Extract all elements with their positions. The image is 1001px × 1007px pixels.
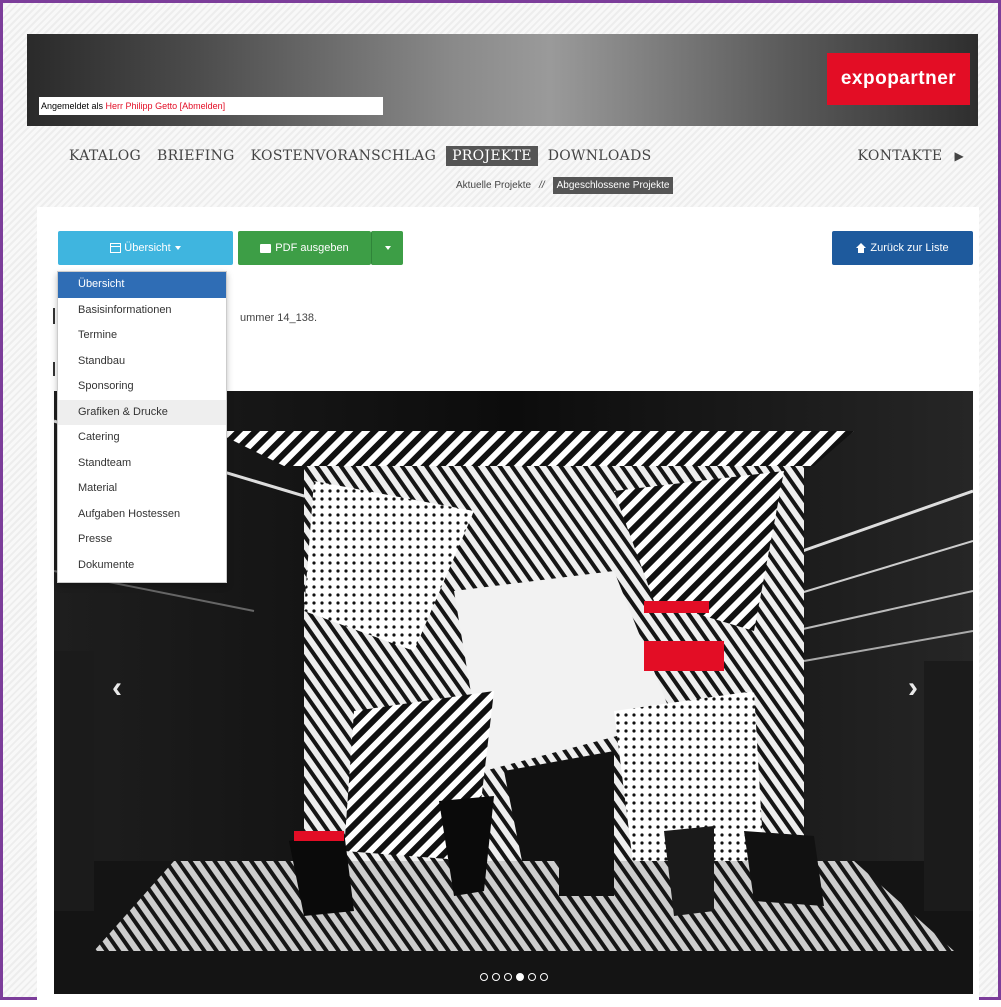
nav-item-downloads[interactable]: DOWNLOADS	[542, 146, 658, 166]
carousel-dot[interactable]	[491, 973, 500, 981]
menu-item-uebersicht[interactable]: Übersicht	[58, 272, 226, 298]
pdf-label: PDF ausgeben	[275, 242, 349, 254]
carousel-dot[interactable]	[503, 973, 512, 981]
calendar-icon	[110, 243, 122, 253]
nav-item-katalog[interactable]: KATALOG	[63, 146, 147, 166]
pdf-export-button[interactable]: PDF ausgeben	[238, 231, 371, 265]
logout-link[interactable]: [Abmelden]	[180, 101, 226, 111]
back-label: Zurück zur Liste	[870, 242, 949, 254]
menu-item-sponsoring[interactable]: Sponsoring	[58, 374, 226, 400]
subnav-completed-projects[interactable]: Abgeschlossene Projekte	[552, 177, 674, 194]
nav-item-projekte[interactable]: PROJEKTE	[446, 146, 538, 166]
main-nav: KATALOG BRIEFING KOSTENVORANSCHLAG PROJE…	[27, 146, 978, 168]
login-user-link[interactable]: Herr Philipp Getto	[106, 101, 178, 111]
nav-item-kostenvoranschlag[interactable]: KOSTENVORANSCHLAG	[245, 146, 442, 166]
carousel-dot[interactable]	[539, 973, 548, 981]
back-to-list-button[interactable]: Zurück zur Liste	[832, 231, 973, 265]
carousel-prev-icon[interactable]: ‹	[112, 671, 122, 705]
caret-down-icon	[384, 246, 391, 250]
kontakte-label: KONTAKTE	[857, 148, 943, 164]
menu-item-termine[interactable]: Termine	[58, 323, 226, 349]
menu-item-standbau[interactable]: Standbau	[58, 349, 226, 375]
triangle-right-icon: ▶	[954, 149, 964, 163]
nav-item-kontakte[interactable]: KONTAKTE ▶	[858, 146, 964, 166]
menu-item-catering[interactable]: Catering	[58, 425, 226, 451]
menu-item-presse[interactable]: Presse	[58, 527, 226, 553]
site-header: expopartner Angemeldet als Herr Philipp …	[27, 34, 978, 126]
carousel-dot-active[interactable]	[515, 973, 524, 981]
sub-nav: Aktuelle Projekte // Abgeschlossene Proj…	[456, 177, 674, 194]
menu-item-aufgaben-hostessen[interactable]: Aufgaben Hostessen	[58, 502, 226, 528]
expopartner-logo[interactable]: expopartner	[827, 53, 970, 105]
login-status: Angemeldet als Herr Philipp Getto [Abmel…	[39, 97, 383, 115]
menu-item-material[interactable]: Material	[58, 476, 226, 502]
overview-dropdown-button[interactable]: Übersicht	[58, 231, 233, 265]
subnav-current-projects[interactable]: Aktuelle Projekte	[456, 180, 531, 191]
overview-label: Übersicht	[124, 242, 171, 254]
project-number-text: ummer 14_138.	[240, 312, 318, 324]
print-icon	[260, 243, 272, 253]
carousel-dot[interactable]	[479, 973, 488, 981]
caret-down-icon	[174, 246, 181, 250]
carousel-dot[interactable]	[527, 973, 536, 981]
nav-item-briefing[interactable]: BRIEFING	[151, 146, 241, 166]
carousel-next-icon[interactable]: ›	[908, 671, 918, 705]
overview-dropdown-menu: Übersicht Basisinformationen Termine Sta…	[57, 271, 227, 583]
menu-item-grafiken-drucke[interactable]: Grafiken & Drucke	[58, 399, 226, 425]
pdf-options-toggle[interactable]	[371, 231, 403, 265]
menu-item-dokumente[interactable]: Dokumente	[58, 553, 226, 579]
carousel-indicators	[54, 973, 973, 981]
menu-item-basisinformationen[interactable]: Basisinformationen	[58, 298, 226, 324]
subnav-separator: //	[539, 180, 545, 191]
login-prefix: Angemeldet als	[41, 101, 106, 111]
home-icon	[856, 243, 867, 253]
menu-item-standteam[interactable]: Standteam	[58, 451, 226, 477]
